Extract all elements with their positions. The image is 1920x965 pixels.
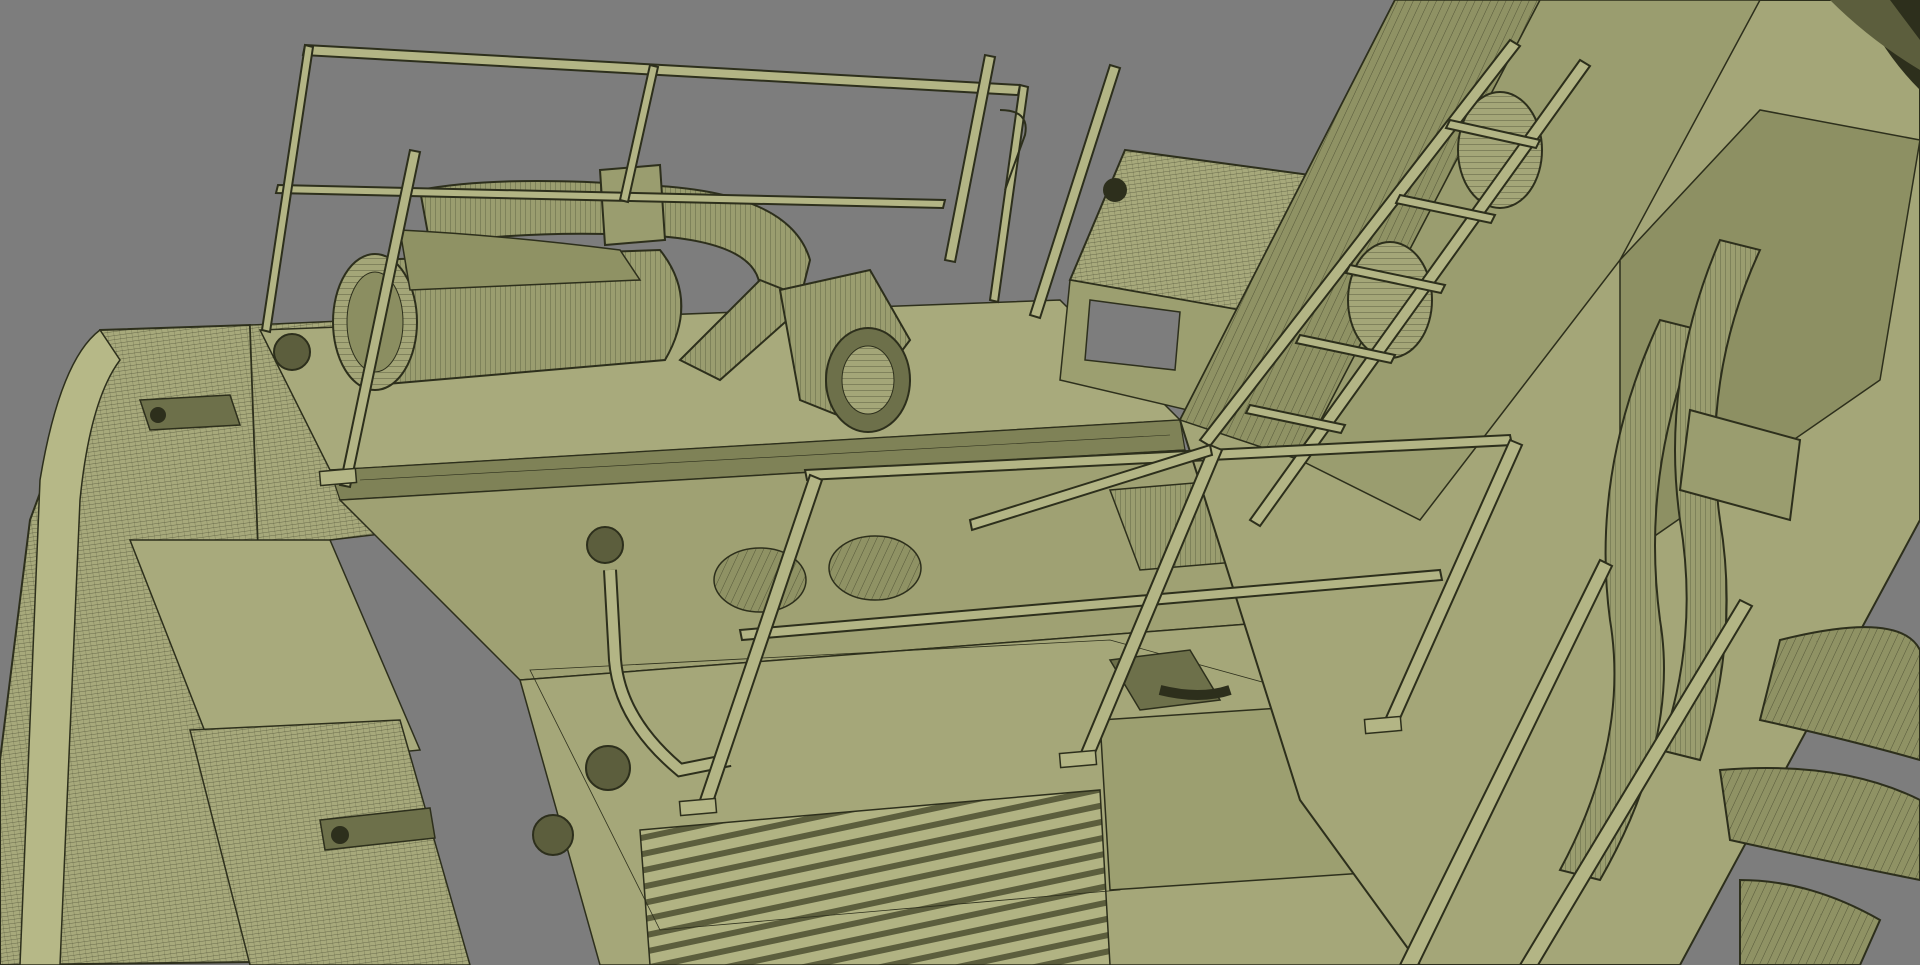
wireframe-render <box>0 0 1920 965</box>
filler-cap <box>586 526 624 564</box>
filler-cap <box>532 814 574 856</box>
fan-blade <box>1718 767 1920 882</box>
fan-filter <box>828 535 922 601</box>
3d-viewport[interactable] <box>0 0 1920 965</box>
filler-cap <box>585 745 631 791</box>
